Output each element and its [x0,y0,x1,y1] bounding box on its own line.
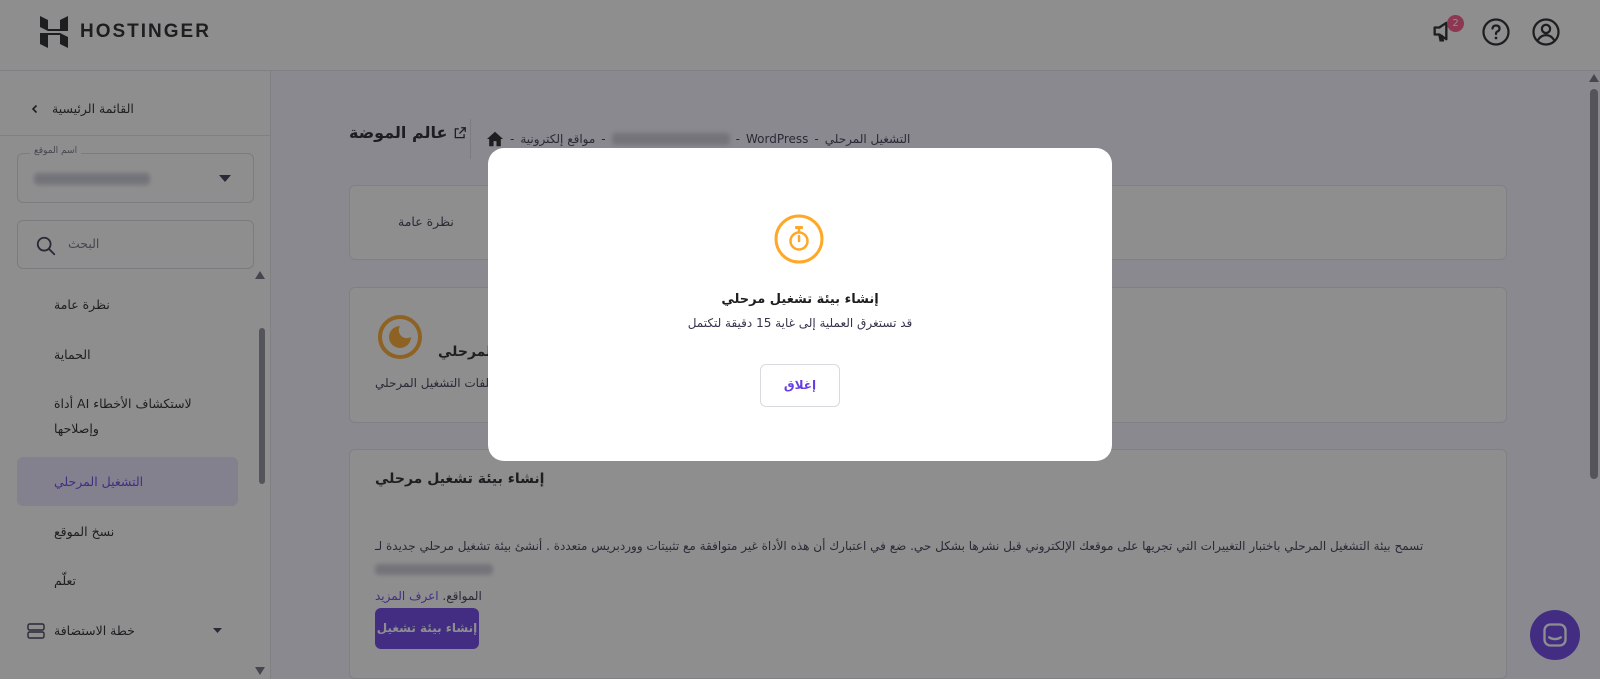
create-staging-modal: إنشاء بيئة تشغيل مرحلي قد تستغرق العملية… [488,148,1112,461]
close-button[interactable]: إغلاق [760,364,840,407]
modal-subtitle: قد تستغرق العملية إلى غاية 15 دقيقة لتكت… [687,316,913,330]
modal-title: إنشاء بيئة تشغيل مرحلي [721,292,879,307]
stopwatch-icon [774,214,824,264]
